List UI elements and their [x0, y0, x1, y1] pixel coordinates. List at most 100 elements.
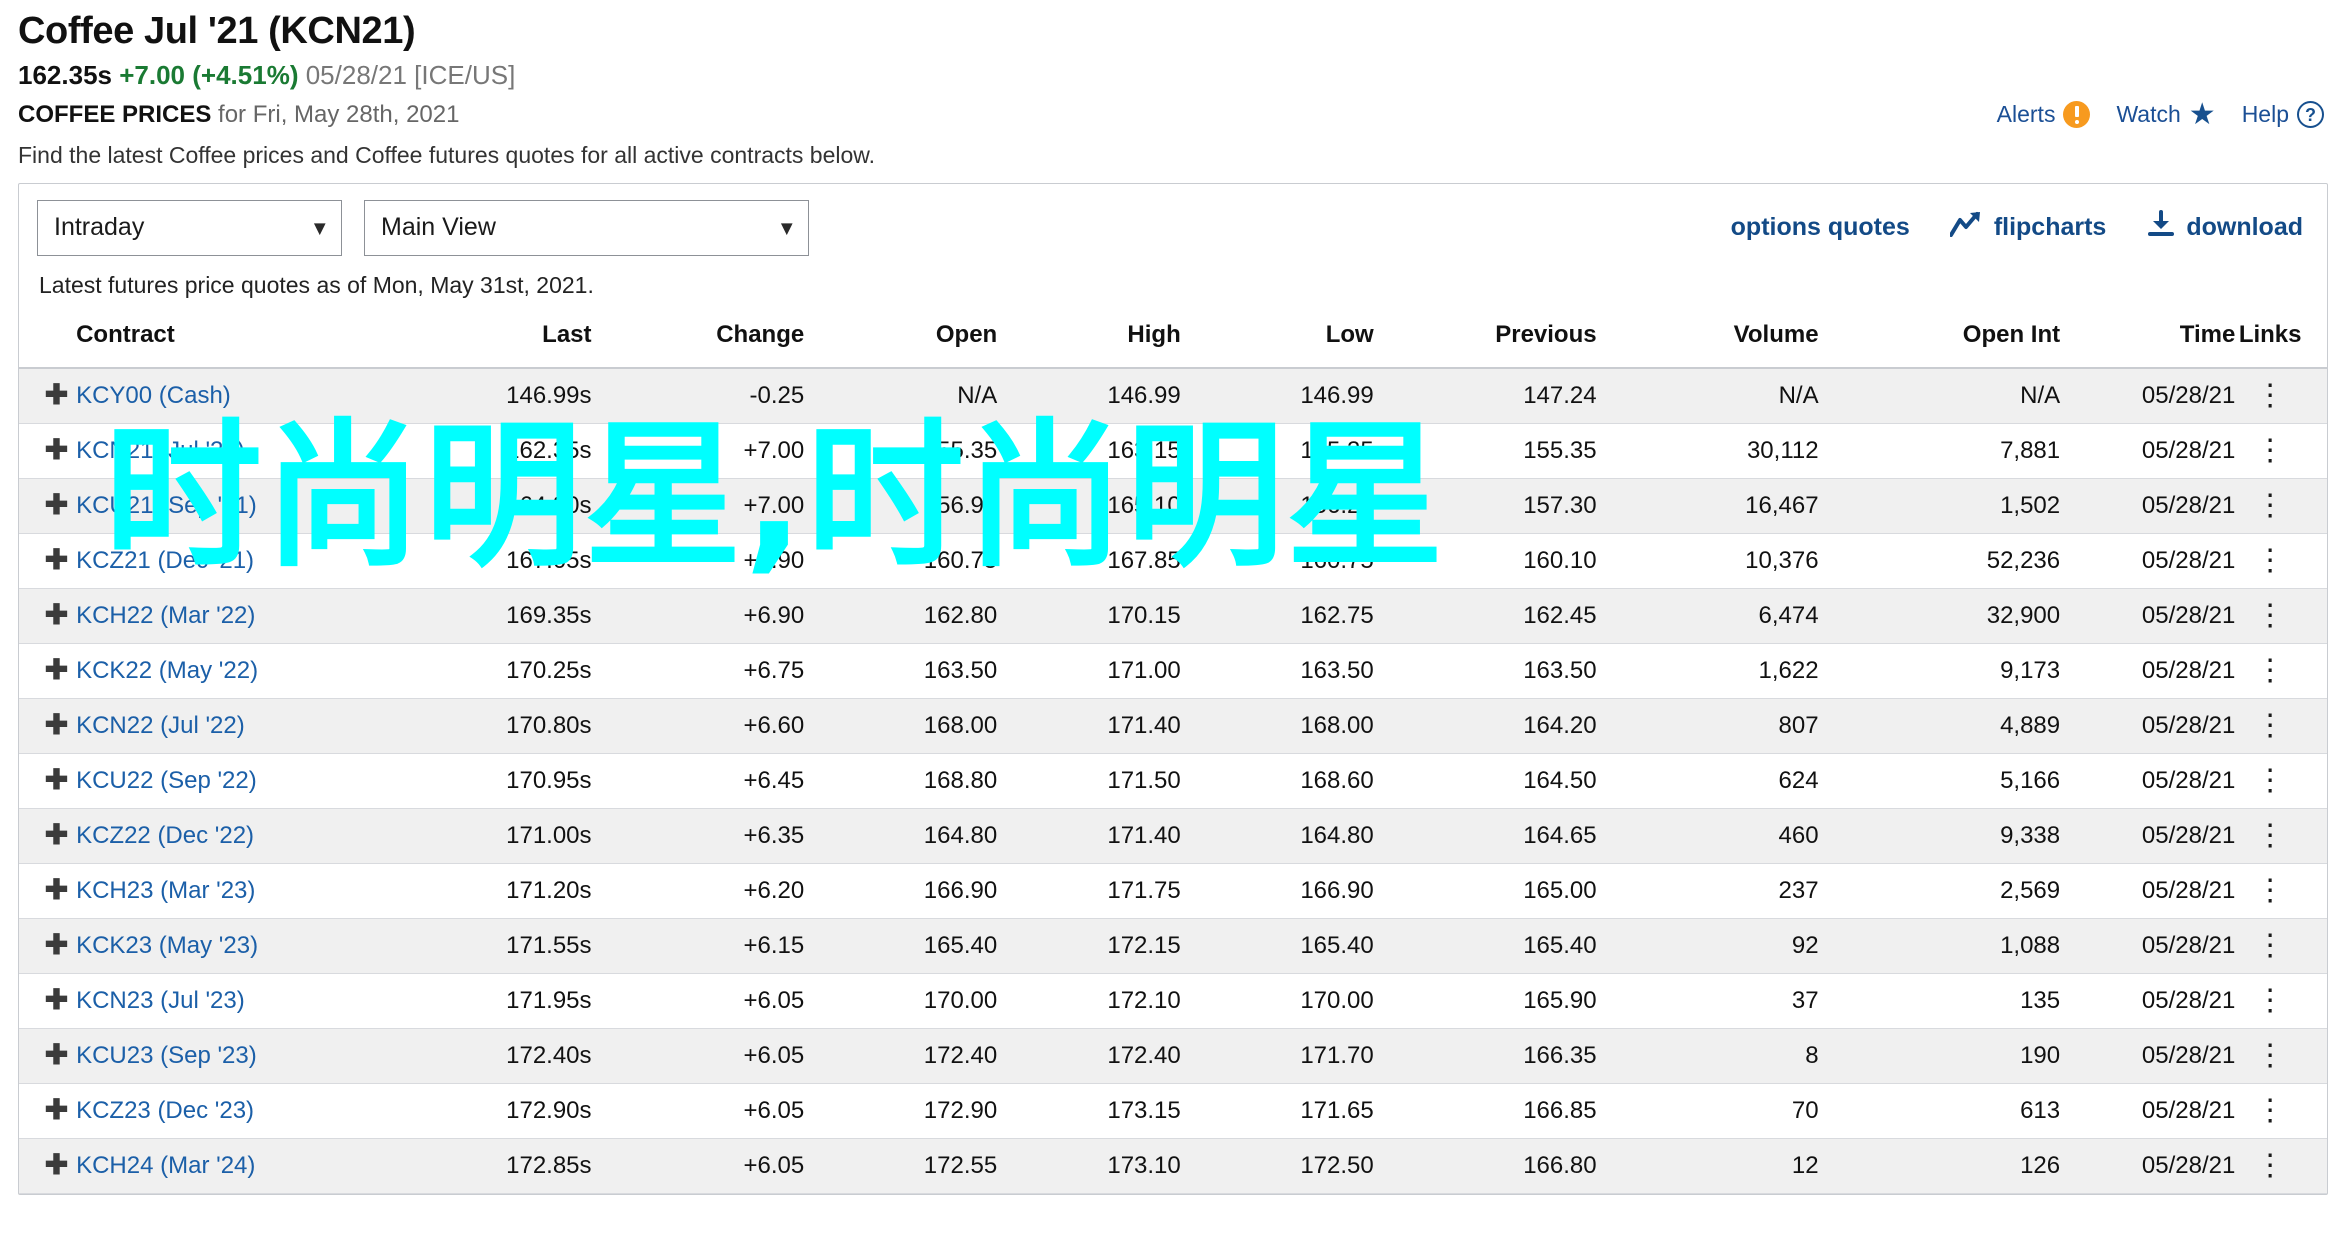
contract-link[interactable]: KCZ21 (Dec '21): [76, 547, 254, 574]
cell-time: 05/28/21: [2060, 918, 2236, 974]
contract-link[interactable]: KCN23 (Jul '23): [76, 987, 245, 1014]
more-options-icon[interactable]: ⋮: [2235, 821, 2305, 850]
col-contract[interactable]: Contract: [76, 314, 370, 369]
cell-previous: 165.40: [1373, 918, 1597, 974]
more-options-icon[interactable]: ⋮: [2235, 546, 2305, 575]
cell-links: ⋮: [2235, 478, 2327, 534]
contract-link[interactable]: KCH24 (Mar '24): [76, 1152, 255, 1179]
cell-high: 173.15: [997, 1083, 1181, 1139]
more-options-icon[interactable]: ⋮: [2235, 986, 2305, 1015]
contract-link[interactable]: KCK22 (May '22): [76, 657, 258, 684]
col-open-int[interactable]: Open Int: [1818, 314, 2061, 369]
contract-link[interactable]: KCU21 (Sep '21): [76, 492, 257, 519]
more-options-icon[interactable]: ⋮: [2235, 1041, 2305, 1070]
cell-links: ⋮: [2235, 588, 2327, 644]
more-options-icon[interactable]: ⋮: [2235, 1151, 2305, 1180]
cell-contract: KCN21 (Jul '21): [76, 423, 370, 479]
contract-link[interactable]: KCN22 (Jul '22): [76, 712, 245, 739]
cell-links: ⋮: [2235, 753, 2327, 809]
help-link[interactable]: Help ?: [2242, 101, 2324, 129]
expand-row-button[interactable]: ✚: [19, 533, 77, 589]
table-row: ✚ KCY00 (Cash) 146.99s -0.25 N/A 146.99 146.99…: [19, 367, 2327, 424]
cell-last: 171.95s: [369, 973, 592, 1029]
expand-row-button[interactable]: ✚: [19, 1028, 77, 1084]
expand-row-button[interactable]: ✚: [19, 808, 77, 864]
cell-previous: 166.85: [1373, 1083, 1597, 1139]
more-options-icon[interactable]: ⋮: [2235, 381, 2305, 410]
cell-last: 172.90s: [369, 1083, 592, 1139]
cell-open-int: 9,338: [1818, 808, 2061, 864]
contract-link[interactable]: KCN21 (Jul '21): [76, 437, 245, 464]
cell-low: 146.99: [1180, 367, 1374, 424]
period-select-value: Intraday: [54, 213, 145, 242]
contract-link[interactable]: KCZ23 (Dec '23): [76, 1097, 254, 1124]
more-options-icon[interactable]: ⋮: [2235, 491, 2305, 520]
watch-link[interactable]: Watch ★: [2116, 99, 2215, 130]
more-options-icon[interactable]: ⋮: [2235, 931, 2305, 960]
contract-link[interactable]: KCH23 (Mar '23): [76, 877, 255, 904]
col-previous[interactable]: Previous: [1373, 314, 1597, 369]
col-high[interactable]: High: [997, 314, 1181, 369]
expand-row-button[interactable]: ✚: [19, 973, 77, 1029]
contract-link[interactable]: KCZ22 (Dec '22): [76, 822, 254, 849]
col-low[interactable]: Low: [1180, 314, 1374, 369]
cell-links: ⋮: [2235, 973, 2327, 1029]
more-options-icon[interactable]: ⋮: [2235, 601, 2305, 630]
expand-row-button[interactable]: ✚: [19, 588, 77, 644]
more-options-icon[interactable]: ⋮: [2235, 1096, 2305, 1125]
expand-row-button[interactable]: ✚: [19, 367, 77, 424]
expand-row-button[interactable]: ✚: [19, 423, 77, 479]
contract-link[interactable]: KCU22 (Sep '22): [76, 767, 257, 794]
flipcharts-link[interactable]: flipcharts: [1948, 211, 2107, 244]
cell-change: +6.90: [591, 588, 805, 644]
download-link[interactable]: download: [2146, 210, 2303, 245]
flipcharts-label: flipcharts: [1993, 213, 2107, 242]
period-select[interactable]: Intraday ▾: [37, 199, 342, 256]
alerts-link[interactable]: Alerts: [1997, 101, 2091, 129]
col-open[interactable]: Open: [804, 314, 998, 369]
plus-icon: ✚: [44, 488, 69, 520]
expand-row-button[interactable]: ✚: [19, 918, 77, 974]
expand-row-button[interactable]: ✚: [19, 753, 77, 809]
contract-link[interactable]: KCH22 (Mar '22): [76, 602, 255, 629]
view-select[interactable]: Main View ▾: [364, 199, 809, 256]
table-row: ✚ KCN23 (Jul '23) 171.95s +6.05 170.00 172.10…: [19, 973, 2327, 1029]
col-time[interactable]: Time: [2060, 314, 2236, 369]
cell-volume: 16,467: [1596, 478, 1819, 534]
expand-row-button[interactable]: ✚: [19, 478, 77, 534]
cell-change: +6.05: [591, 1028, 805, 1084]
more-options-icon[interactable]: ⋮: [2235, 876, 2305, 905]
cell-contract: KCU22 (Sep '22): [76, 753, 370, 809]
col-last[interactable]: Last: [369, 314, 592, 369]
contract-link[interactable]: KCY00 (Cash): [76, 382, 231, 409]
cell-volume: 10,376: [1596, 533, 1819, 589]
expand-row-button[interactable]: ✚: [19, 643, 77, 699]
contract-link[interactable]: KCK23 (May '23): [76, 932, 258, 959]
table-row: ✚ KCK23 (May '23) 171.55s +6.15 165.40 172.15…: [19, 918, 2327, 974]
cell-low: 170.00: [1180, 973, 1374, 1029]
view-select-value: Main View: [381, 213, 496, 242]
cell-high: 172.40: [997, 1028, 1181, 1084]
cell-open: 168.80: [804, 753, 998, 809]
table-header-row: Contract Last Change Open High Low Previ…: [19, 314, 2327, 369]
more-options-icon[interactable]: ⋮: [2235, 711, 2305, 740]
cell-time: 05/28/21: [2060, 478, 2236, 534]
more-options-icon[interactable]: ⋮: [2235, 766, 2305, 795]
cell-last: 164.30s: [369, 478, 592, 534]
more-options-icon[interactable]: ⋮: [2235, 436, 2305, 465]
col-change[interactable]: Change: [591, 314, 805, 369]
cell-low: 156.25: [1180, 478, 1374, 534]
options-quotes-link[interactable]: options quotes: [1731, 213, 1910, 242]
expand-row-button[interactable]: ✚: [19, 698, 77, 754]
expand-row-button[interactable]: ✚: [19, 1138, 77, 1194]
expand-row-button[interactable]: ✚: [19, 1083, 77, 1139]
cell-links: ⋮: [2235, 863, 2327, 919]
cell-open-int: 135: [1818, 973, 2061, 1029]
contract-link[interactable]: KCU23 (Sep '23): [76, 1042, 257, 1069]
cell-low: 168.60: [1180, 753, 1374, 809]
page-title: Coffee Jul '21 (KCN21): [18, 10, 416, 52]
table-body: ✚ KCY00 (Cash) 146.99s -0.25 N/A 146.99 146.99…: [19, 367, 2327, 1194]
more-options-icon[interactable]: ⋮: [2235, 656, 2305, 685]
col-volume[interactable]: Volume: [1596, 314, 1819, 369]
expand-row-button[interactable]: ✚: [19, 863, 77, 919]
